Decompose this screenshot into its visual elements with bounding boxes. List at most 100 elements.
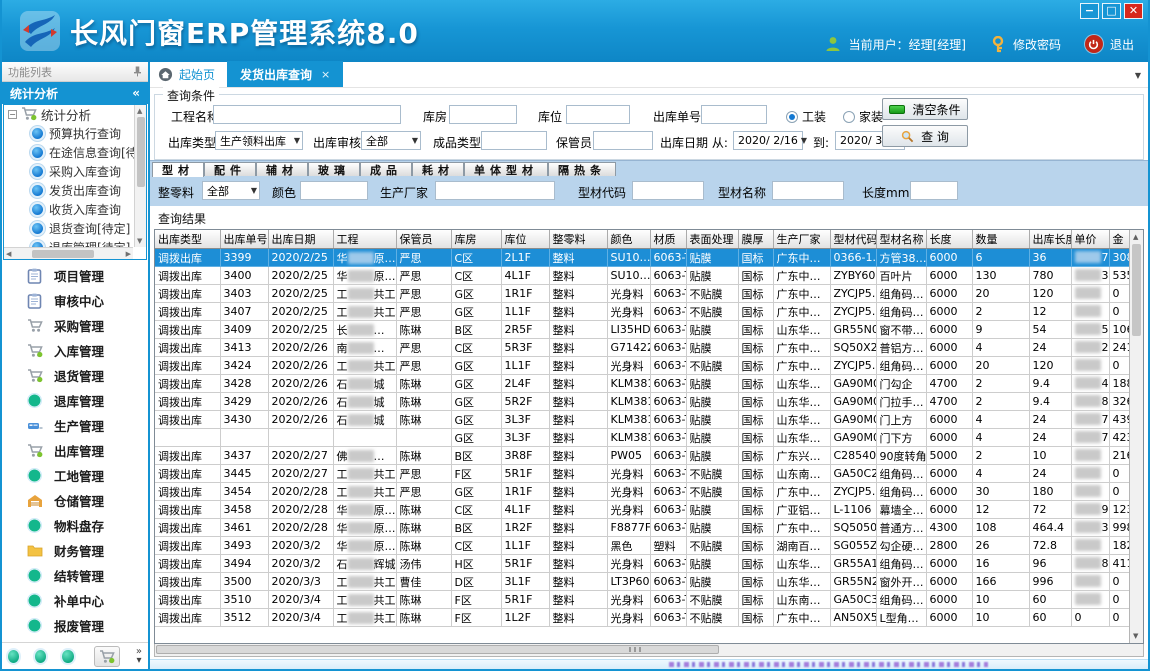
grid-row[interactable]: 调拨出库34932020/3/2华原…陈琳C区1L1F整料黑色塑料不贴膜国标湖南… bbox=[155, 537, 1129, 555]
more-modules-button[interactable]: »▾ bbox=[136, 647, 142, 665]
grid-row[interactable]: 调拨出库33992020/2/25华原…严思C区2L1F整料SU10…6063-… bbox=[155, 249, 1129, 267]
sidebar-item-财务管理[interactable]: 财务管理 bbox=[2, 538, 148, 563]
material-tab-辅材[interactable]: 辅材 bbox=[256, 162, 308, 176]
sidebar-item-工地管理[interactable]: 工地管理 bbox=[2, 463, 148, 488]
grid-column-header[interactable]: 出库类型 bbox=[155, 230, 220, 249]
material-tab-单体型材[interactable]: 单体型材 bbox=[464, 162, 548, 176]
grid-column-header[interactable]: 材质 bbox=[650, 230, 686, 249]
grid-column-header[interactable]: 数量 bbox=[972, 230, 1029, 249]
tree-expander-icon[interactable]: − bbox=[8, 110, 17, 119]
material-tab-耗材[interactable]: 耗材 bbox=[412, 162, 464, 176]
grid-row[interactable]: 调拨出库35102020/3/4工共工程陈琳F区5R1F整料光身料6063-T5… bbox=[155, 591, 1129, 609]
module-dot-icon[interactable] bbox=[62, 650, 73, 663]
sidebar-item-报废管理[interactable]: 报废管理 bbox=[2, 613, 148, 638]
sidebar-item-审核中心[interactable]: 审核中心 bbox=[2, 288, 148, 313]
grid-row[interactable]: 调拨出库35002020/3/3工共工程曹佳D区3L1F整料LT3P606063… bbox=[155, 573, 1129, 591]
grid-column-header[interactable]: 金 bbox=[1109, 230, 1129, 249]
close-button[interactable]: ✕ bbox=[1124, 3, 1143, 19]
sidebar-item-退货管理[interactable]: 退货管理 bbox=[2, 363, 148, 388]
grid-column-header[interactable]: 出库日期 bbox=[268, 230, 333, 249]
search-button[interactable]: 查 询 bbox=[882, 125, 968, 147]
profile-code-input[interactable] bbox=[632, 181, 704, 200]
sidebar-item-仓储管理[interactable]: 仓储管理 bbox=[2, 488, 148, 513]
sidebar-item-退库管理[interactable]: 退库管理 bbox=[2, 388, 148, 413]
material-tab-玻璃[interactable]: 玻璃 bbox=[308, 162, 360, 176]
radio-workwear[interactable]: 工装 bbox=[786, 108, 826, 125]
tree-horizontal-scrollbar[interactable]: ◀ ▶ bbox=[4, 247, 133, 259]
profile-name-input[interactable] bbox=[772, 181, 844, 200]
change-password-link[interactable]: 修改密码 bbox=[1013, 36, 1061, 53]
out-type-select[interactable]: 生产领料出库▼ bbox=[215, 131, 303, 150]
grid-column-header[interactable]: 型材名称 bbox=[876, 230, 926, 249]
grid-row[interactable]: 调拨出库34072020/2/25工共工程严思G区1L1F整料光身料6063-T… bbox=[155, 303, 1129, 321]
cart-module-button[interactable] bbox=[94, 646, 120, 667]
tree-vertical-scrollbar[interactable]: ▲ ▼ bbox=[134, 105, 146, 247]
grid-column-header[interactable]: 长度 bbox=[926, 230, 972, 249]
grid-row[interactable]: 调拨出库34002020/2/25华原…严思C区4L1F整料SU10…6063-… bbox=[155, 267, 1129, 285]
sidebar-item-入库管理[interactable]: 入库管理 bbox=[2, 338, 148, 363]
grid-row[interactable]: 调拨出库34282020/2/26石城陈琳G区2L4F整料KLM38176063… bbox=[155, 375, 1129, 393]
manufacturer-input[interactable] bbox=[435, 181, 555, 200]
tree-root-node[interactable]: − 统计分析 bbox=[4, 105, 146, 124]
grid-column-header[interactable]: 颜色 bbox=[607, 230, 650, 249]
grid-column-header[interactable]: 单价 bbox=[1071, 230, 1109, 249]
grid-horizontal-scrollbar[interactable] bbox=[154, 644, 1144, 657]
module-dot-icon[interactable] bbox=[35, 650, 46, 663]
module-dot-icon[interactable] bbox=[8, 650, 19, 663]
sidebar-item-项目管理[interactable]: 项目管理 bbox=[2, 263, 148, 288]
tree-item[interactable]: 在途信息查询[待 bbox=[4, 143, 146, 162]
grid-row[interactable]: 调拨出库34302020/2/26石城陈琳G区3L3F整料KLM38176063… bbox=[155, 411, 1129, 429]
tab-active-shipment-query[interactable]: 发货出库查询 × bbox=[227, 61, 343, 87]
tree-item[interactable]: 采购入库查询 bbox=[4, 162, 146, 181]
tab-overflow-icon[interactable]: ▼ bbox=[1135, 71, 1141, 80]
length-input[interactable] bbox=[910, 181, 958, 200]
grid-column-header[interactable]: 生产厂家 bbox=[773, 230, 830, 249]
grid-row[interactable]: G区3L3F整料KLM38176063-T5贴膜国标山东华…GA90M09.门下… bbox=[155, 429, 1129, 447]
grid-column-header[interactable]: 整零料 bbox=[549, 230, 607, 249]
color-input[interactable] bbox=[300, 181, 368, 200]
tab-close-icon[interactable]: × bbox=[321, 68, 330, 81]
material-tab-型材[interactable]: 型材 bbox=[152, 162, 204, 177]
grid-row[interactable]: 调拨出库35122020/3/4工共工程陈琳F区1L2F整料光身料6063-T5… bbox=[155, 609, 1129, 627]
warehouse-input[interactable] bbox=[449, 105, 517, 124]
grid-row[interactable]: 调拨出库34292020/2/26石城陈琳G区5R2F整料KLM38176063… bbox=[155, 393, 1129, 411]
grid-column-header[interactable]: 膜厚 bbox=[738, 230, 773, 249]
sidebar-item-结转管理[interactable]: 结转管理 bbox=[2, 563, 148, 588]
grid-row[interactable]: 调拨出库34582020/2/28华原…陈琳C区4L1F整料光身料6063-T5… bbox=[155, 501, 1129, 519]
grid-column-header[interactable]: 库房 bbox=[451, 230, 501, 249]
grid-row[interactable]: 调拨出库34242020/2/26工共工程严思G区1L1F整料光身料6063-T… bbox=[155, 357, 1129, 375]
grid-column-header[interactable]: 表面处理 bbox=[686, 230, 738, 249]
material-tab-成品[interactable]: 成品 bbox=[360, 162, 412, 176]
maximize-button[interactable]: □ bbox=[1102, 3, 1121, 19]
grid-row[interactable]: 调拨出库34032020/2/25工共工程严思G区1R1F整料光身料6063-T… bbox=[155, 285, 1129, 303]
material-tab-配件[interactable]: 配件 bbox=[204, 162, 256, 176]
radio-homewear[interactable]: 家装 bbox=[843, 108, 883, 125]
collapse-icon[interactable]: « bbox=[132, 86, 140, 100]
minimize-button[interactable]: − bbox=[1080, 3, 1099, 19]
grid-row[interactable]: 调拨出库34132020/2/26南…严思C区5R3F整料G714226063-… bbox=[155, 339, 1129, 357]
location-input[interactable] bbox=[566, 105, 630, 124]
grid-column-header[interactable]: 型材代码 bbox=[830, 230, 876, 249]
grid-column-header[interactable]: 出库单号 bbox=[220, 230, 268, 249]
sidebar-item-采购管理[interactable]: 采购管理 bbox=[2, 313, 148, 338]
tab-home[interactable]: 起始页 bbox=[150, 62, 227, 87]
grid-row[interactable]: 调拨出库34942020/3/2石辉城汤伟H区5R1F整料光身料6063-T5贴… bbox=[155, 555, 1129, 573]
sidebar-item-补单中心[interactable]: 补单中心 bbox=[2, 588, 148, 613]
grid-row[interactable]: 调拨出库34092020/2/25长…陈琳B区2R5F整料LI35HD6063-… bbox=[155, 321, 1129, 339]
sidebar-item-出库管理[interactable]: 出库管理 bbox=[2, 438, 148, 463]
grid-row[interactable]: 调拨出库34542020/2/28工共工程严思G区1R1F整料光身料6063-T… bbox=[155, 483, 1129, 501]
project-name-input[interactable] bbox=[213, 105, 401, 124]
grid-column-header[interactable]: 保管员 bbox=[396, 230, 451, 249]
whole-part-select[interactable]: 全部▼ bbox=[202, 181, 260, 200]
grid-column-header[interactable]: 工程 bbox=[333, 230, 396, 249]
order-no-input[interactable] bbox=[701, 105, 767, 124]
grid-column-header[interactable]: 库位 bbox=[501, 230, 549, 249]
pin-icon[interactable] bbox=[133, 66, 142, 77]
grid-row[interactable]: 调拨出库34612020/2/28华原…陈琳B区1R2F整料F8877FT606… bbox=[155, 519, 1129, 537]
audit-select[interactable]: 全部▼ bbox=[361, 131, 421, 150]
tree-item[interactable]: 收货入库查询 bbox=[4, 200, 146, 219]
product-type-input[interactable] bbox=[481, 131, 547, 150]
grid-vertical-scrollbar[interactable]: ▲ ▼ bbox=[1129, 230, 1143, 643]
sidebar-item-生产管理[interactable]: 生产管理 bbox=[2, 413, 148, 438]
sidebar-item-物料盘存[interactable]: 物料盘存 bbox=[2, 513, 148, 538]
